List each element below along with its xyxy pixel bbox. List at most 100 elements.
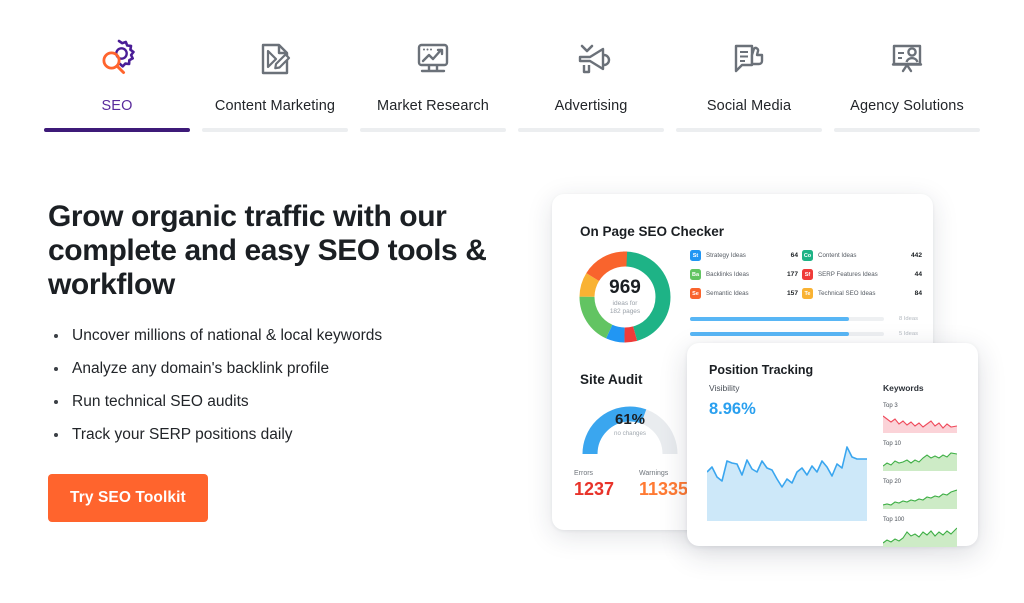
keyword-bucket-top20: Top 20 — [883, 479, 957, 509]
donut-center-label: 969 ideas for 182 pages — [574, 246, 676, 348]
progress-track — [690, 317, 884, 321]
tab-agency-solutions[interactable]: Agency Solutions — [828, 0, 986, 132]
legend-value: 44 — [914, 271, 922, 278]
card-title: On Page SEO Checker — [580, 224, 725, 239]
sparkline-top20 — [883, 489, 957, 509]
tab-underline — [676, 128, 822, 132]
list-item: Analyze any domain's backlink profile — [48, 359, 498, 378]
tab-underline — [360, 128, 506, 132]
tab-underline — [202, 128, 348, 132]
legend-value: 157 — [786, 290, 798, 297]
visibility-label: Visibility — [709, 383, 740, 393]
legend-value: 84 — [914, 290, 922, 297]
legend-item: Te Technical SEO Ideas 84 — [802, 288, 922, 299]
site-audit-score-note: no changes — [614, 430, 646, 437]
tab-underline — [518, 128, 664, 132]
site-audit-gauge: 61% no changes — [578, 396, 682, 458]
legend-item: Ba Backlinks Ideas 177 — [690, 269, 798, 280]
errors-value: 1237 — [574, 479, 615, 499]
progress-fill — [690, 317, 850, 321]
legend-label: Backlinks Ideas — [706, 271, 749, 278]
ideas-donut-chart: 969 ideas for 182 pages — [574, 246, 676, 348]
tab-label: Market Research — [377, 98, 489, 114]
progress-label: 8 Ideas — [898, 316, 918, 322]
legend-item: Se Semantic Ideas 157 — [690, 288, 798, 299]
legend-item: St Strategy Ideas 64 — [690, 250, 798, 261]
tab-label: Agency Solutions — [850, 98, 964, 114]
tab-advertising[interactable]: Advertising — [512, 0, 670, 132]
position-tracking-card: Position Tracking Visibility 8.96% Keywo… — [687, 343, 978, 547]
tab-seo[interactable]: SEO — [38, 0, 196, 132]
progress-label: 5 Ideas — [898, 331, 918, 337]
tab-label: Advertising — [554, 98, 628, 114]
legend-label: SERP Features Ideas — [818, 271, 878, 278]
document-edit-icon — [250, 30, 300, 86]
donut-subtitle: ideas for 182 pages — [610, 300, 640, 316]
sparkline-top100 — [883, 527, 957, 547]
page-title: Grow organic traffic with our complete a… — [48, 200, 487, 301]
tab-market-research[interactable]: Market Research — [354, 0, 512, 132]
legend-badge-icon: St — [690, 250, 701, 261]
keyword-bucket-top100: Top 100 — [883, 517, 957, 547]
idea-progress-bars: 8 Ideas 5 Ideas — [690, 316, 918, 346]
hero-content: Grow organic traffic with our complete a… — [48, 200, 498, 522]
list-item: Uncover millions of national & local key… — [48, 326, 498, 345]
tab-label: Content Marketing — [214, 98, 336, 114]
keyword-bucket-label: Top 100 — [883, 517, 905, 523]
legend-value: 64 — [790, 252, 798, 259]
tab-underline — [834, 128, 980, 132]
donut-subtitle-line2: 182 pages — [609, 308, 641, 315]
legend-label: Content Ideas — [818, 252, 857, 259]
tab-content-marketing[interactable]: Content Marketing — [196, 0, 354, 132]
list-item: Track your SERP positions daily — [48, 425, 498, 444]
keyword-bucket-top3: Top 3 — [883, 403, 957, 433]
sparkline-top3 — [883, 415, 957, 433]
site-audit-title: Site Audit — [580, 372, 643, 387]
megaphone-check-icon — [566, 30, 616, 86]
site-audit-stats: Errors 1237 Warnings 11335 — [574, 470, 704, 499]
product-tab-bar: SEO Content Marketing Market Research Ad… — [0, 0, 1024, 132]
keywords-label: Keywords — [883, 383, 924, 393]
tab-active-underline — [44, 128, 190, 132]
legend-item: Co Content Ideas 442 — [802, 250, 922, 261]
legend-badge-icon: Sf — [802, 269, 813, 280]
gauge-center-label: 61% no changes — [578, 411, 682, 438]
feature-list: Uncover millions of national & local key… — [48, 326, 498, 444]
tab-label: Social Media — [706, 98, 792, 114]
monitor-chart-icon — [408, 30, 458, 86]
thumbs-up-message-icon — [724, 30, 774, 86]
visibility-area-chart — [706, 427, 867, 521]
donut-total: 969 — [609, 277, 641, 298]
legend-label: Technical SEO Ideas — [818, 290, 876, 297]
legend-badge-icon: Se — [690, 288, 701, 299]
card-title: Position Tracking — [709, 363, 814, 377]
progress-row: 8 Ideas — [690, 316, 918, 322]
tab-social-media[interactable]: Social Media — [670, 0, 828, 132]
list-item: Run technical SEO audits — [48, 392, 498, 411]
legend-item: Sf SERP Features Ideas 44 — [802, 269, 922, 280]
dashboard-preview: On Page SEO Checker 969 ideas for 182 pa… — [540, 180, 1010, 560]
seo-gear-search-icon — [92, 30, 142, 86]
donut-subtitle-line1: ideas for — [612, 300, 638, 307]
keywords-sparkline-list: Top 3 Top 10 Top 20 Top 100 — [883, 403, 957, 555]
seo-landing-page: SEO Content Marketing Market Research Ad… — [0, 0, 1024, 603]
try-seo-toolkit-button[interactable]: Try SEO Toolkit — [48, 474, 208, 522]
site-audit-score: 61% — [614, 411, 646, 428]
keyword-bucket-label: Top 10 — [883, 441, 902, 447]
errors-stat: Errors 1237 — [574, 470, 639, 499]
legend-label: Semantic Ideas — [706, 290, 749, 297]
legend-value: 442 — [910, 252, 922, 259]
legend-badge-icon: Co — [802, 250, 813, 261]
tab-label: SEO — [101, 98, 133, 114]
progress-track — [690, 332, 884, 336]
legend-badge-icon: Ba — [690, 269, 701, 280]
presentation-person-icon — [882, 30, 932, 86]
progress-fill — [690, 332, 850, 336]
visibility-value: 8.96% — [709, 400, 756, 418]
ideas-legend: St Strategy Ideas 64 Co Content Ideas 44… — [690, 250, 922, 299]
errors-label: Errors — [574, 470, 594, 477]
keyword-bucket-label: Top 20 — [883, 479, 902, 485]
legend-value: 177 — [786, 271, 798, 278]
progress-row: 5 Ideas — [690, 331, 918, 337]
sparkline-top10 — [883, 452, 957, 471]
